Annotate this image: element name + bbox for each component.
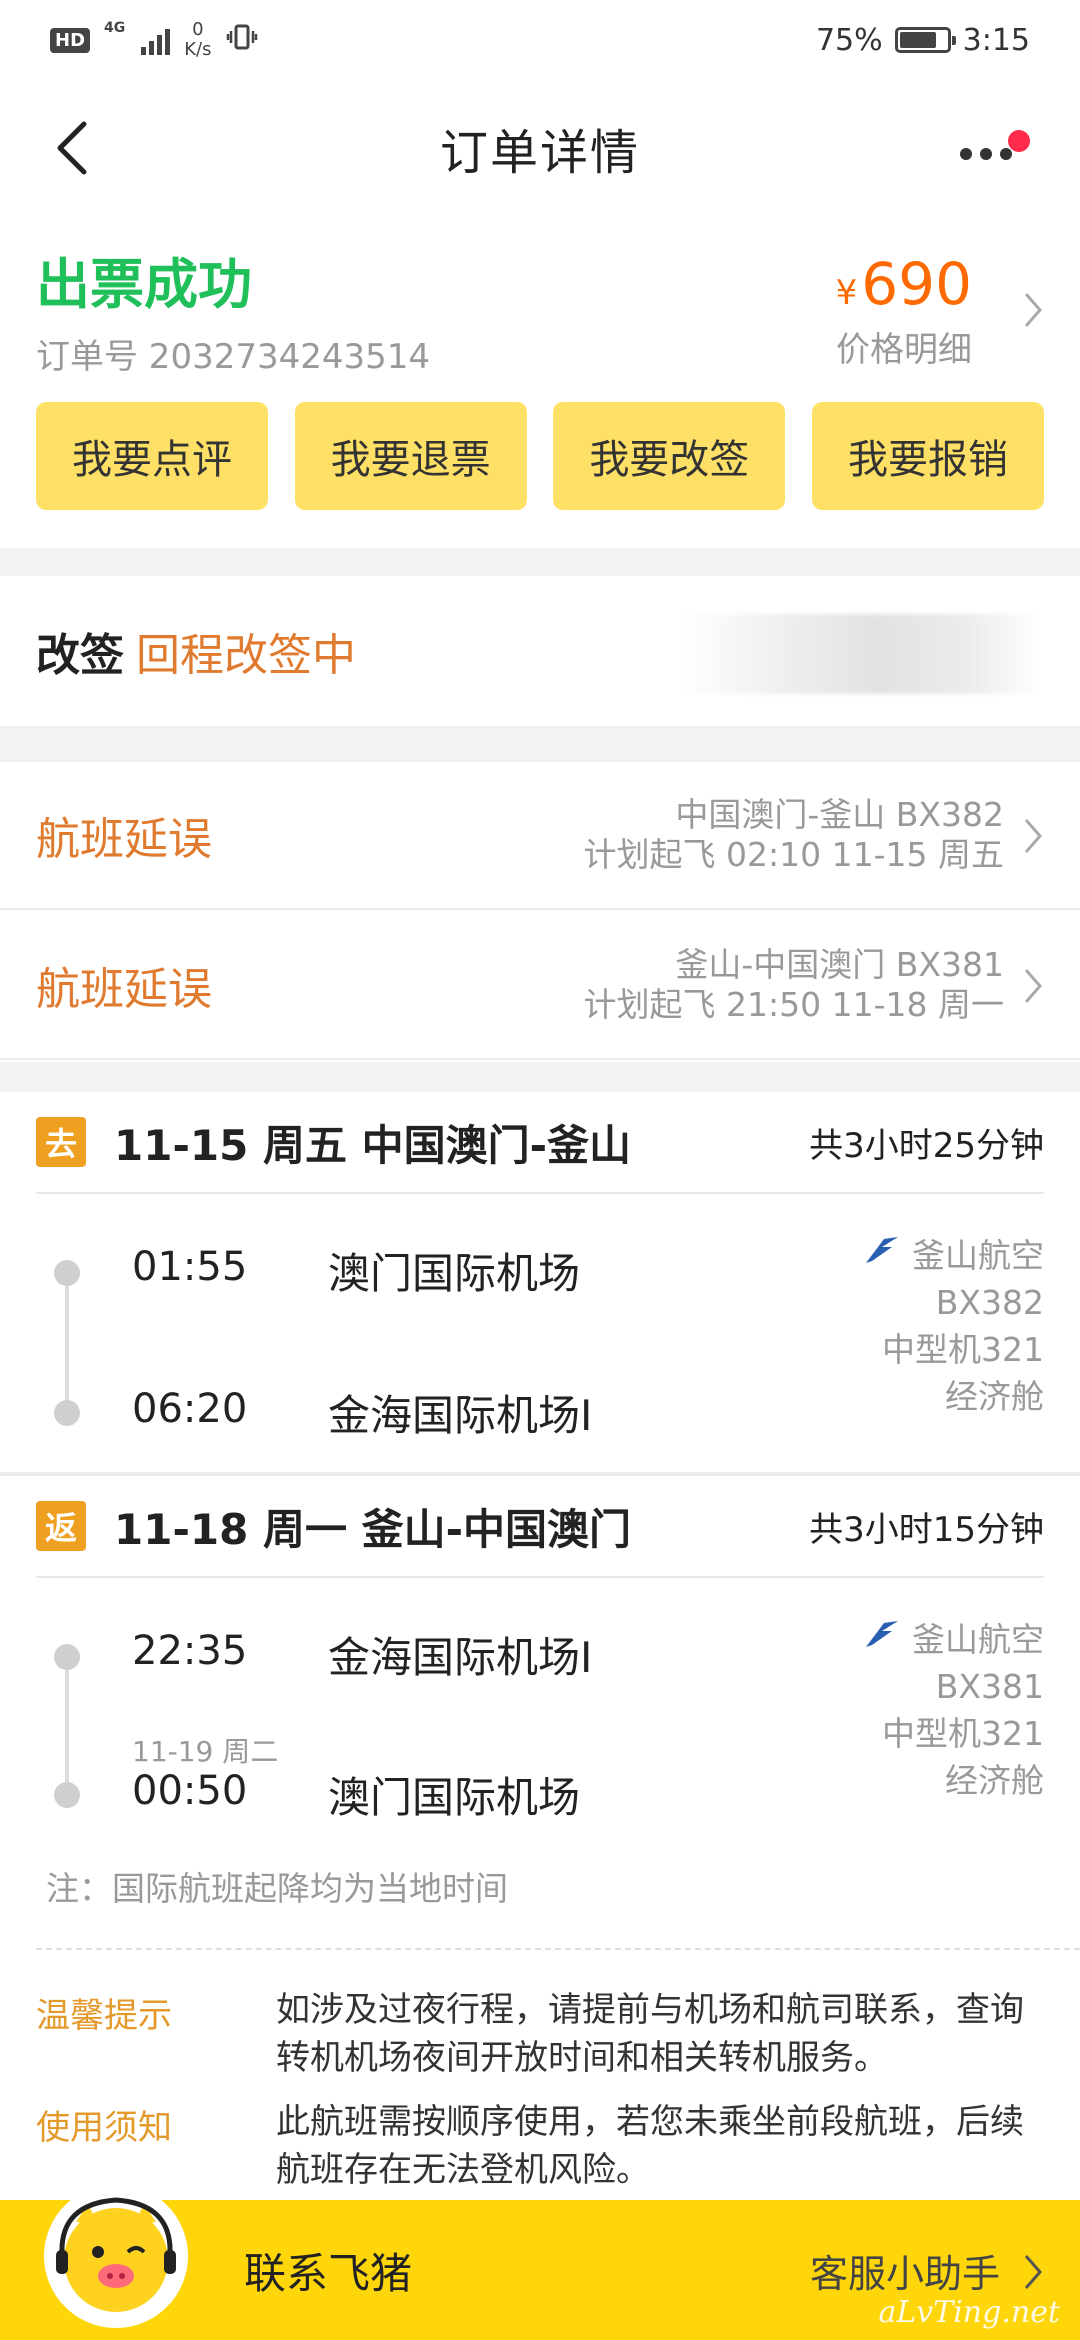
review-button[interactable]: 我要点评 [36,402,268,510]
trip-legs: 22:35 金海国际机场I 11-19 周二 00:50 澳门国际机场 釜山航空… [0,1578,1080,1868]
change-ticket-button[interactable]: 我要改签 [553,402,786,510]
order-status: 出票成功 订单号 2032734243514 ¥690 价格明细 [36,240,1044,380]
timeline-line [65,1272,69,1412]
airline-info: 釜山航空 BX381 中型机321 经济舱 [862,1616,1044,1804]
battery-icon [894,27,956,53]
flight-delay-row[interactable]: 航班延误 中国澳门-釜山 BX382 计划起飞 02:10 11-15 周五 [0,762,1080,910]
blurred-content [680,614,1040,694]
arrival-airport: 澳门国际机场 [328,1773,581,1822]
chevron-right-icon[interactable] [1022,290,1044,334]
trip-legs: 01:55 澳门国际机场 06:20 金海国际机场I 釜山航空 BX382 中型… [0,1194,1080,1474]
delay-info: 釜山-中国澳门 BX381 计划起飞 21:50 11-18 周一 [584,945,1004,1025]
page-title: 订单详情 [439,124,640,181]
delay-plan: 计划起飞 02:10 11-15 周五 [583,835,1004,874]
more-dots-icon [960,148,1012,160]
departure-airport: 金海国际机场I [328,1633,593,1682]
delay-plan: 计划起飞 21:50 11-18 周一 [583,985,1004,1024]
trip-tag: 返 [36,1501,86,1551]
refund-button[interactable]: 我要退票 [294,402,527,510]
trip-tag: 去 [36,1117,86,1167]
divider [0,726,1080,762]
cabin-class: 经济舱 [945,1377,1044,1416]
hd-badge: HD [50,27,91,53]
arrival-time: 06:20 [132,1386,248,1432]
contact-fliggy-label: 联系飞猪 [244,2248,413,2298]
back-arrow-icon[interactable] [52,120,92,176]
trip-header: 去 11-15 周五 中国澳门-釜山 共3小时25分钟 [36,1092,1044,1194]
price-value: 690 [861,250,972,318]
departure-time: 01:55 [132,1244,248,1290]
network-speed: 0 K/s [184,20,211,60]
reimburse-button[interactable]: 我要报销 [811,402,1044,510]
departure-airport: 澳门国际机场 [328,1249,581,1298]
trip-header: 返 11-18 周一 釜山-中国澳门 共3小时15分钟 [36,1476,1044,1578]
departure-time: 22:35 [132,1628,248,1674]
delay-route: 中国澳门-釜山 BX382 [675,795,1004,834]
action-buttons: 我要点评 我要退票 我要改签 我要报销 [36,402,1044,510]
trip-return: 返 11-18 周一 釜山-中国澳门 共3小时15分钟 22:35 金海国际机场… [0,1476,1080,1868]
flight-number: BX381 [935,1667,1044,1706]
timeline-dot [54,1260,80,1286]
network-type: 4G [104,20,126,36]
change-status-row[interactable]: 改签 回程改签中 [0,576,1080,726]
battery-percent: 75% [815,22,883,58]
timeline-dot [54,1400,80,1426]
change-status: 回程改签中 [136,630,356,681]
divider [0,1062,1080,1092]
flight-delay-row[interactable]: 航班延误 釜山-中国澳门 BX381 计划起飞 21:50 11-18 周一 [0,912,1080,1060]
airline-logo-icon [862,1616,902,1663]
status-bar: HD 4G 0 K/s 75% 3:15 [0,0,1080,80]
airline-name: 釜山航空 [912,1236,1044,1275]
timeline-dot [54,1782,80,1808]
arrival-time: 00:50 [132,1768,248,1814]
network-speed-unit: K/s [184,39,212,60]
airline-logo-icon [862,1232,902,1279]
timeline-line [65,1656,69,1794]
trip-route: 11-15 周五 中国澳门-釜山 [114,1120,632,1170]
price-detail-link[interactable]: 价格明细 [836,322,972,371]
delay-info: 中国澳门-釜山 BX382 计划起飞 02:10 11-15 周五 [584,795,1004,875]
aircraft-type: 中型机321 [882,1714,1044,1753]
flight-number: BX382 [935,1283,1044,1322]
tip-key: 温馨提示 [36,1996,172,2036]
chevron-right-icon [1022,816,1044,860]
network-speed-value: 0 [192,19,204,40]
arrival-airport: 金海国际机场I [328,1391,593,1440]
trip-duration: 共3小时25分钟 [809,1125,1044,1166]
tip-row: 温馨提示 如涉及过夜行程，请提前与机场和航司联系，查询转机机场夜间开放时间和相关… [36,1986,1044,2082]
local-time-note: 注：国际航班起降均为当地时间 [46,1869,508,1908]
bottom-contact-bar[interactable]: 联系飞猪 客服小助手 aLvTing.net [0,2184,1080,2340]
airline-name: 釜山航空 [912,1620,1044,1659]
airline-info: 釜山航空 BX382 中型机321 经济舱 [862,1232,1044,1420]
change-label: 改签 [36,630,124,681]
tip-text: 如涉及过夜行程，请提前与机场和航司联系，查询转机机场夜间开放时间和相关转机服务。 [276,1990,1024,2078]
price-amount: ¥690 [836,250,972,318]
delay-label: 航班延误 [36,814,212,865]
signal-icon [141,25,171,55]
trip-route: 11-18 周一 釜山-中国澳门 [114,1504,632,1554]
notification-dot-icon [1008,130,1030,152]
watermark: aLvTing.net [878,2295,1060,2330]
trip-duration: 共3小时15分钟 [809,1509,1044,1550]
arrival-date: 11-19 周二 [132,1735,279,1768]
aircraft-type: 中型机321 [882,1330,1044,1369]
currency-symbol: ¥ [835,273,858,313]
more-menu-button[interactable] [960,130,1030,170]
trip-outbound: 去 11-15 周五 中国澳门-釜山 共3小时25分钟 01:55 澳门国际机场… [0,1092,1080,1474]
delay-label: 航班延误 [36,964,212,1015]
delay-route: 釜山-中国澳门 BX381 [675,945,1004,984]
divider [0,548,1080,576]
cabin-class: 经济舱 [945,1761,1044,1800]
mascot-icon [36,2174,196,2334]
tip-text: 此航班需按顺序使用，若您未乘坐前段航班，后续航班存在无法登机风险。 [276,2102,1024,2190]
nav-header: 订单详情 [0,80,1080,215]
clock: 3:15 [962,22,1030,58]
dashed-divider [36,1948,1080,1950]
chevron-right-icon [1022,966,1044,1010]
vibrate-icon [226,21,258,60]
chevron-right-icon [1022,2252,1044,2296]
price-block[interactable]: ¥690 价格明细 [836,250,972,371]
customer-service-label: 客服小助手 [809,2251,1000,2296]
timeline-dot [54,1644,80,1670]
